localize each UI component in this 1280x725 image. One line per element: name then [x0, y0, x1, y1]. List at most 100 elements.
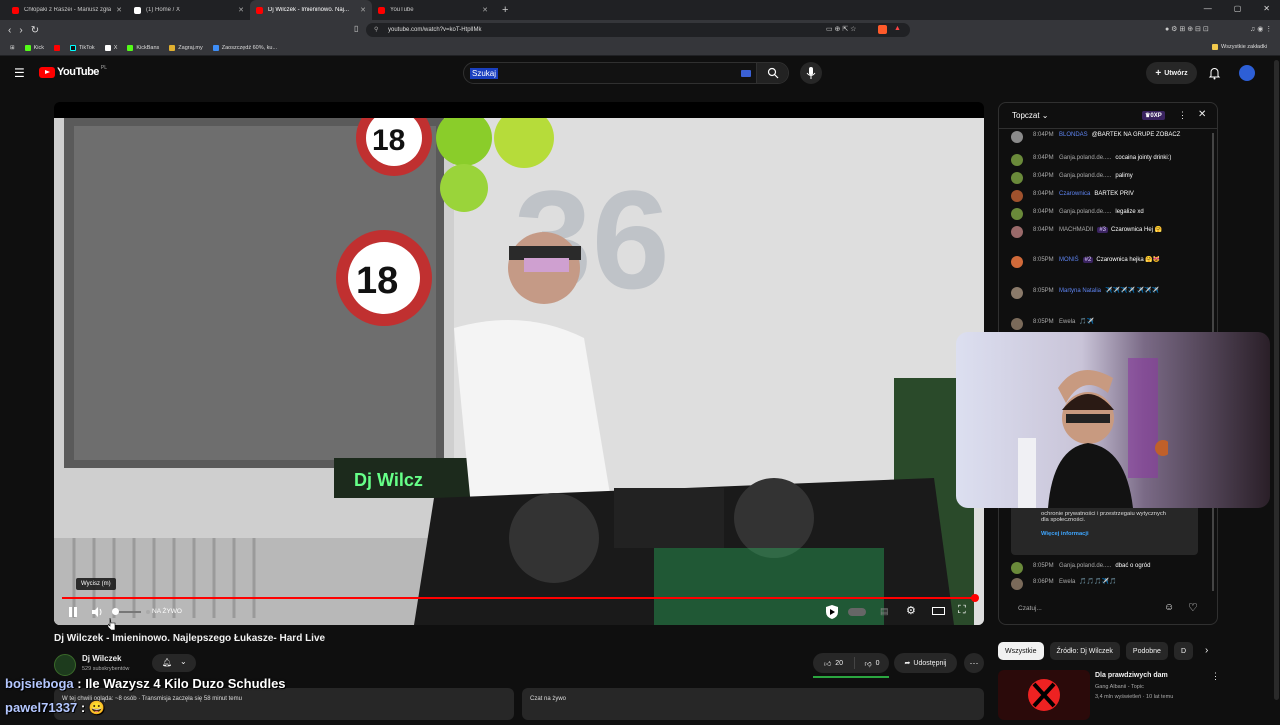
all-bookmarks[interactable]: Wszystkie zakładki — [1212, 44, 1267, 50]
chat-avatar[interactable] — [1011, 226, 1023, 238]
browser-tab[interactable]: YouTube ✕ — [372, 0, 494, 20]
autoplay-shield-icon[interactable] — [825, 605, 839, 619]
extensions-icons[interactable]: ● ⚙ ⊞ ⊕ ⊟ ⊡ — [1165, 25, 1209, 33]
browser-tab[interactable]: (1) Home / X ✕ — [128, 0, 250, 20]
search-input[interactable]: Szukaj — [470, 68, 499, 79]
chevron-right-icon[interactable]: › — [1205, 642, 1208, 660]
chat-avatar[interactable] — [1011, 318, 1023, 330]
chat-avatar[interactable] — [1011, 287, 1023, 299]
chat-avatar[interactable] — [1011, 172, 1023, 184]
live-label[interactable]: NA ŻYWO — [152, 608, 182, 615]
chip-more[interactable]: D — [1173, 642, 1193, 660]
address-tools-icons[interactable]: ▭ ⊕ ⇱ ☆ — [826, 25, 856, 33]
search-button[interactable] — [756, 63, 788, 83]
chat-author[interactable]: MACHMADII — [1059, 227, 1093, 233]
theater-mode-icon[interactable] — [932, 607, 945, 615]
chat-avatar[interactable] — [1011, 208, 1023, 220]
chat-author[interactable]: Czarownica — [1059, 191, 1090, 197]
pause-icon[interactable] — [68, 607, 78, 617]
chat-author[interactable]: Ganja.poland.de..... — [1059, 209, 1111, 215]
chat-input[interactable]: Czatuj... — [1011, 600, 1166, 618]
back-icon[interactable]: ‹ — [8, 25, 11, 36]
close-tab-icon[interactable]: ✕ — [360, 6, 366, 14]
chat-author[interactable]: MONIŚ — [1059, 257, 1079, 263]
youtube-logo[interactable]: YouTube PL — [39, 65, 107, 78]
settings-gear-icon[interactable]: ⚙ — [906, 604, 916, 617]
heart-icon[interactable]: ♡ — [1188, 601, 1198, 614]
search-box[interactable]: Szukaj — [463, 62, 789, 84]
video-player[interactable]: Dj Wilcz 18 18 36 ▤ ⚙ ⛶ NA ŻYWO — [54, 102, 984, 625]
close-tab-icon[interactable]: ✕ — [116, 6, 122, 14]
maximize-icon[interactable]: ▢ — [1234, 4, 1242, 13]
chat-author[interactable]: Ganja.poland.de..... — [1059, 173, 1111, 179]
bookmark-x[interactable]: X — [104, 44, 117, 51]
channel-name[interactable]: Dj Wilczek — [82, 654, 122, 663]
url-field[interactable]: ⚲ youtube.com/watch?v=koT-HtplIMk ▭ ⊕ ⇱ … — [366, 23, 910, 37]
autoplay-toggle[interactable] — [848, 608, 866, 616]
like-button[interactable]: 👍︎ 20 — [813, 657, 855, 669]
account-avatar[interactable] — [1239, 65, 1255, 81]
reload-icon[interactable]: ↻ — [31, 25, 39, 36]
share-button[interactable]: ➦ Udostępnij — [894, 653, 957, 673]
create-button[interactable]: + Utwórz — [1146, 62, 1197, 84]
close-chat-icon[interactable]: ✕ — [1198, 109, 1206, 120]
emoji-icon[interactable]: ☺ — [1164, 602, 1174, 613]
dislike-button[interactable]: 👎︎ 0 — [855, 659, 889, 668]
chat-avatar[interactable] — [1011, 578, 1023, 590]
chat-author[interactable]: Martyna Natalia — [1059, 288, 1101, 294]
chat-more-icon[interactable]: ⋮ — [1178, 110, 1187, 121]
xp-badge[interactable]: ♛0XP — [1142, 111, 1165, 120]
subtitles-icon[interactable]: ▤ — [880, 606, 889, 617]
bookmark-zagraj[interactable]: Zagraj.my — [169, 44, 203, 51]
chip-source[interactable]: Źródło: Dj Wilczek — [1049, 642, 1120, 660]
chat-avatar[interactable] — [1011, 562, 1023, 574]
live-chat-replay-box[interactable]: Czat na żywo — [522, 688, 984, 720]
chat-mode-dropdown[interactable]: Topczat ⌄ — [1012, 111, 1049, 120]
rewards-icon[interactable]: ▲ — [894, 25, 901, 32]
channel-avatar[interactable] — [54, 654, 76, 676]
browser-tab-active[interactable]: Dj Wilczek - Imieninowo. Naj... ✕ — [250, 0, 372, 20]
chip-all[interactable]: Wszystkie — [998, 642, 1044, 660]
new-tab-icon[interactable]: + — [502, 4, 508, 16]
bookmark-kick[interactable]: Kick — [24, 44, 44, 51]
browser-menu-icon[interactable]: ♫ ◉ ⋮ — [1250, 25, 1272, 33]
chat-author[interactable]: Ganja.poland.de..... — [1059, 155, 1111, 161]
close-window-icon[interactable]: ✕ — [1263, 4, 1270, 13]
related-video-title[interactable]: Dla prawdziwych dam — [1095, 672, 1168, 679]
bookmark-youtube[interactable] — [54, 44, 60, 51]
chat-avatar[interactable] — [1011, 154, 1023, 166]
notification-settings-button[interactable]: 🔔︎ ⌄ — [152, 654, 196, 672]
more-actions-icon[interactable]: ⋯ — [964, 653, 984, 673]
fullscreen-icon[interactable]: ⛶ — [958, 604, 966, 617]
related-more-icon[interactable]: ⋮ — [1211, 671, 1220, 682]
menu-icon[interactable]: ☰ — [14, 66, 25, 80]
close-tab-icon[interactable]: ✕ — [482, 6, 488, 14]
bookmark-tiktok[interactable]: TikTok — [70, 44, 95, 51]
forward-icon[interactable]: › — [19, 25, 22, 36]
chat-avatar[interactable] — [1011, 190, 1023, 202]
minimize-icon[interactable]: — — [1204, 4, 1212, 13]
notifications-icon[interactable] — [1208, 66, 1221, 85]
apps-icon[interactable]: ⊞ — [10, 45, 15, 51]
description-box[interactable]: W tej chwili ogląda: ~8 osób · Transmisj… — [54, 688, 514, 720]
page-scrollbar[interactable] — [1274, 60, 1279, 700]
chat-author[interactable]: BLONDAS — [1059, 132, 1088, 138]
related-thumbnail[interactable] — [998, 670, 1090, 720]
bookmark-kickbans[interactable]: KickBans — [127, 44, 159, 51]
brave-shield-icon[interactable] — [878, 25, 887, 34]
bookmark-icon[interactable]: ▯ — [354, 24, 358, 33]
voice-search-button[interactable] — [800, 62, 822, 84]
chip-similar[interactable]: Podobne — [1125, 642, 1168, 660]
more-info-link[interactable]: Więcej informacji — [1041, 531, 1168, 537]
chat-avatar[interactable] — [1011, 256, 1023, 268]
volume-handle[interactable] — [112, 608, 119, 615]
chat-author[interactable]: Ewela — [1059, 319, 1075, 325]
bookmark-promo[interactable]: Zaoszczędź 60%, ku... — [212, 44, 277, 51]
related-channel[interactable]: Gang Albanii - Topic — [1095, 684, 1144, 690]
browser-tab[interactable]: Chłopaki z Raszei - Mariusz zgłasza ... ✕ — [6, 0, 128, 20]
chat-avatar[interactable] — [1011, 131, 1023, 143]
chat-author[interactable]: Ewela — [1059, 579, 1075, 585]
site-info-icon[interactable]: ⚲ — [374, 26, 378, 33]
chat-author[interactable]: Ganja.poland.de..... — [1059, 563, 1111, 569]
keyboard-icon[interactable] — [741, 70, 751, 77]
